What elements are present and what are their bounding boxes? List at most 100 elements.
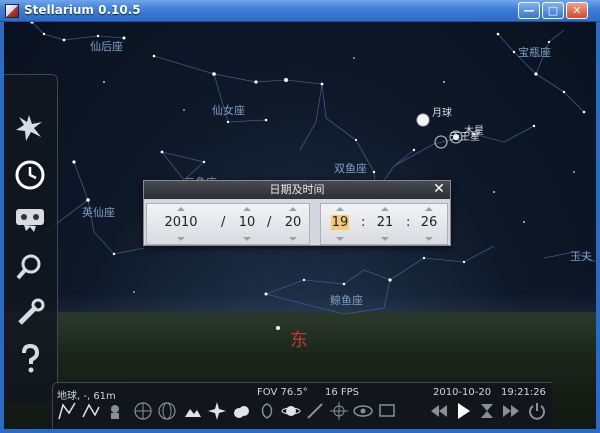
day-spinner[interactable]: 20 xyxy=(277,204,309,244)
configuration-button[interactable] xyxy=(14,297,48,331)
ground-button[interactable] xyxy=(183,401,205,423)
time-separator: : xyxy=(361,215,366,230)
minute-up-arrow-icon[interactable] xyxy=(381,207,389,211)
constellation-label-sculptor: 玉夫 xyxy=(570,250,592,263)
dialog-close-button[interactable]: ✕ xyxy=(432,182,446,196)
minute-value[interactable]: 21 xyxy=(369,215,401,230)
month-up-arrow-icon[interactable] xyxy=(243,207,251,211)
application-window: Stellarium 0.10.5 — □ ✕ 仙后座 宝瓶座 仙女座 双鱼座 … xyxy=(0,0,600,433)
sky-view-button[interactable] xyxy=(14,205,48,239)
year-spinner[interactable]: 2010 xyxy=(151,204,211,244)
equatorial-grid-icon xyxy=(134,402,152,420)
eye-icon xyxy=(353,405,373,417)
real-time-speed-button[interactable] xyxy=(453,401,475,423)
year-down-arrow-icon[interactable] xyxy=(177,237,185,241)
center-selected-button[interactable] xyxy=(329,401,351,423)
stellarium-app-icon[interactable] xyxy=(5,4,19,18)
date-status: 2010-10-20 xyxy=(433,387,492,398)
hourglass-icon xyxy=(481,404,493,418)
constellation-lines-button[interactable] xyxy=(57,401,79,423)
day-down-arrow-icon[interactable] xyxy=(289,237,297,241)
azimuthal-grid-icon xyxy=(158,402,176,420)
cardinal-points-icon xyxy=(208,402,226,420)
left-toolbar xyxy=(4,74,58,404)
hour-up-arrow-icon[interactable] xyxy=(336,207,344,211)
second-up-arrow-icon[interactable] xyxy=(425,207,433,211)
fps-status: 16 FPS xyxy=(325,387,360,398)
title-bar[interactable]: Stellarium 0.10.5 — □ ✕ xyxy=(0,0,600,22)
date-spinner-group: 2010 / 10 / 20 xyxy=(146,203,310,245)
minute-spinner[interactable]: 21 xyxy=(369,204,401,244)
sky-culture-icon xyxy=(16,115,42,141)
atmosphere-icon xyxy=(234,406,249,418)
planet-label-moon: 月球 xyxy=(432,108,452,119)
time-separator: : xyxy=(406,215,411,230)
constellation-label-perseus: 英仙座 xyxy=(82,206,115,219)
sky-view[interactable]: 仙后座 宝瓶座 仙女座 双鱼座 三角座 英仙座 鲸鱼座 玉夫 月球 木星 天王星… xyxy=(4,22,596,429)
nebulas-button[interactable] xyxy=(257,401,279,423)
day-up-arrow-icon[interactable] xyxy=(289,207,297,211)
planet-label-uranus: 天王星 xyxy=(450,132,480,143)
search-icon xyxy=(16,254,41,280)
constellation-label-cassiopeia: 仙后座 xyxy=(90,40,123,53)
hour-value[interactable]: 19 xyxy=(330,215,350,230)
year-up-arrow-icon[interactable] xyxy=(177,207,185,211)
sky-culture-button[interactable] xyxy=(14,113,48,147)
constellation-lines-icon xyxy=(58,402,76,420)
time-status: 19:21:26 xyxy=(501,387,546,398)
fullscreen-icon xyxy=(379,404,395,417)
date-time-dialog: 日期及时间 ✕ 2010 / 10 / 20 19: 21: 26 xyxy=(143,180,451,246)
second-value[interactable]: 26 xyxy=(413,215,445,230)
maximize-button[interactable]: □ xyxy=(542,2,564,19)
planet-icon xyxy=(281,406,301,416)
ground-icon xyxy=(185,409,201,417)
minute-down-arrow-icon[interactable] xyxy=(381,237,389,241)
telescope-mount-icon xyxy=(307,403,323,419)
dialog-title-bar[interactable]: 日期及时间 ✕ xyxy=(144,181,450,199)
help-button[interactable] xyxy=(14,343,48,377)
decrease-time-speed-button[interactable] xyxy=(429,401,451,423)
constellation-labels-icon xyxy=(82,403,100,418)
minimize-button[interactable]: — xyxy=(518,2,540,19)
constellation-art-button[interactable] xyxy=(105,401,127,423)
atmosphere-button[interactable] xyxy=(231,401,253,423)
month-value[interactable]: 10 xyxy=(231,215,263,230)
cardinal-east-label: 东 xyxy=(290,330,308,351)
second-spinner[interactable]: 26 xyxy=(413,204,445,244)
year-value[interactable]: 2010 xyxy=(151,215,211,230)
fullscreen-button[interactable] xyxy=(377,401,399,423)
date-separator: / xyxy=(221,215,226,230)
month-spinner[interactable]: 10 xyxy=(231,204,263,244)
search-button[interactable] xyxy=(14,251,48,285)
time-spinner-group: 19 : 21 : 26 xyxy=(320,203,448,245)
date-separator: / xyxy=(267,215,272,230)
constellation-label-andromeda: 仙女座 xyxy=(212,104,245,117)
sky-view-icon xyxy=(16,209,44,232)
help-icon xyxy=(22,343,40,373)
current-time-button[interactable] xyxy=(477,401,499,423)
constellation-label-aquarius: 宝瓶座 xyxy=(518,46,551,59)
azimuthal-grid-button[interactable] xyxy=(157,401,179,423)
increase-time-speed-button[interactable] xyxy=(501,401,523,423)
hour-down-arrow-icon[interactable] xyxy=(336,237,344,241)
second-down-arrow-icon[interactable] xyxy=(425,237,433,241)
bottom-toolbar: 地球, -, 61m FOV 76.5° 16 FPS 2010-10-20 1… xyxy=(52,382,552,429)
quit-button[interactable] xyxy=(527,401,549,423)
nebula-icon xyxy=(261,403,273,419)
fov-status: FOV 76.5° xyxy=(257,387,308,398)
power-icon xyxy=(529,403,545,420)
constellation-art-icon xyxy=(111,405,119,419)
planets-labels-button[interactable] xyxy=(281,401,303,423)
date-time-button[interactable] xyxy=(14,159,48,193)
night-mode-button[interactable] xyxy=(353,401,375,423)
crosshair-icon xyxy=(330,402,348,420)
constellation-labels-button[interactable] xyxy=(81,401,103,423)
equatorial-grid-button[interactable] xyxy=(133,401,155,423)
equatorial-mount-button[interactable] xyxy=(305,401,327,423)
hour-spinner[interactable]: 19 xyxy=(323,204,357,244)
cardinal-points-button[interactable] xyxy=(207,401,229,423)
month-down-arrow-icon[interactable] xyxy=(243,237,251,241)
close-window-button[interactable]: ✕ xyxy=(566,2,588,19)
day-value[interactable]: 20 xyxy=(277,215,309,230)
window-title: Stellarium 0.10.5 xyxy=(24,3,141,17)
